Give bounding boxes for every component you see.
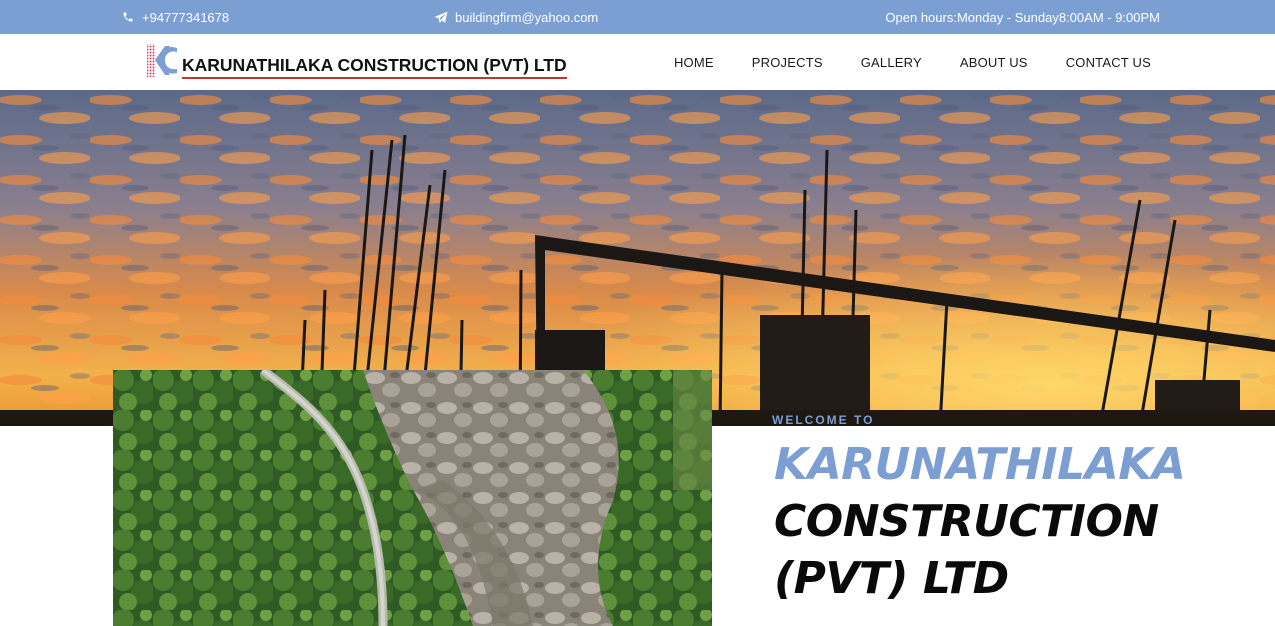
main-nav: HOME PROJECTS GALLERY ABOUT US CONTACT U… (674, 34, 1151, 90)
open-hours: Open hours:Monday - Sunday8:00AM - 9:00P… (885, 9, 1160, 25)
nav-home[interactable]: HOME (674, 55, 714, 70)
phone-contact[interactable]: +94777341678 (121, 0, 229, 34)
nav-contact-us[interactable]: CONTACT US (1066, 55, 1151, 70)
email-contact[interactable]: buildingfirm@yahoo.com (434, 0, 598, 34)
phone-number: +94777341678 (142, 9, 230, 25)
hero-title-line-2: CONSTRUCTION (774, 496, 1159, 547)
page: +94777341678 buildingfirm@yahoo.com Open… (0, 0, 1275, 626)
logo[interactable]: KARUNATHILAKA CONSTRUCTION (PVT) LTD (146, 42, 567, 79)
site-header: KARUNATHILAKA CONSTRUCTION (PVT) LTD HOM… (0, 34, 1275, 90)
email-address: buildingfirm@yahoo.com (455, 9, 599, 25)
hero-title: KARUNATHILAKA CONSTRUCTION (PVT) LTD (774, 436, 1274, 607)
paper-plane-icon (434, 10, 448, 24)
hero-title-line-3: (PVT) LTD (774, 553, 1009, 604)
nav-about-us[interactable]: ABOUT US (960, 55, 1028, 70)
hero-title-line-1: KARUNATHILAKA (774, 439, 1186, 490)
company-name: KARUNATHILAKA CONSTRUCTION (PVT) LTD (182, 56, 567, 79)
aerial-photo (113, 370, 712, 626)
top-info-bar: +94777341678 buildingfirm@yahoo.com Open… (0, 0, 1275, 34)
nav-projects[interactable]: PROJECTS (752, 55, 823, 70)
welcome-label: WELCOME TO (772, 413, 875, 427)
nav-gallery[interactable]: GALLERY (861, 55, 922, 70)
company-logo-mark (147, 44, 177, 77)
phone-icon (121, 10, 135, 24)
